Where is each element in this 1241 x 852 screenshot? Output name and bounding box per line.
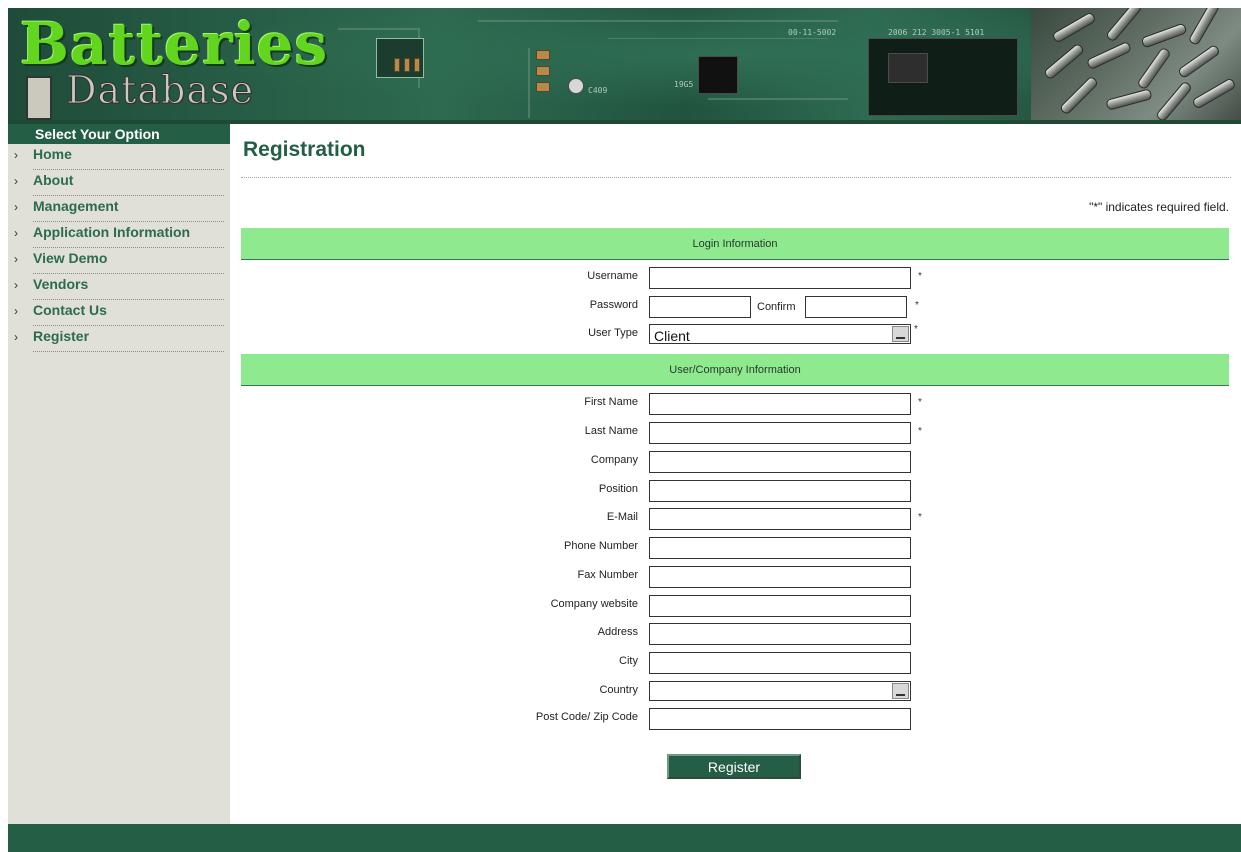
page-left-edge — [0, 0, 8, 852]
sidebar-item-label[interactable]: About — [33, 172, 73, 188]
required-marker: * — [918, 426, 922, 437]
company-row: Company — [230, 451, 1241, 475]
password-label: Password — [589, 299, 638, 311]
chevron-right-icon: › — [14, 148, 18, 162]
fax-label: Fax Number — [577, 569, 638, 581]
user-type-value: Client — [654, 328, 690, 344]
sidebar-item-register[interactable]: › Register — [8, 326, 230, 352]
first-name-row: First Name * — [230, 393, 1241, 417]
required-marker: * — [914, 324, 918, 335]
sidebar-item-label[interactable]: Register — [33, 328, 89, 344]
required-field-note: "*" indicates required field. — [1089, 200, 1229, 214]
sidebar-item-label[interactable]: Contact Us — [33, 302, 107, 318]
user-type-label: User Type — [588, 327, 638, 339]
dropdown-arrow-icon[interactable] — [892, 326, 909, 342]
sidebar-item-management[interactable]: › Management — [8, 196, 230, 222]
sidebar-title: Select Your Option — [8, 124, 230, 144]
fax-input[interactable] — [649, 566, 911, 588]
chevron-right-icon: › — [14, 226, 18, 240]
dropdown-arrow-icon[interactable] — [892, 683, 909, 699]
sidebar-item-home[interactable]: › Home — [8, 144, 230, 170]
city-input[interactable] — [649, 652, 911, 674]
phone-label: Phone Number — [564, 540, 638, 552]
sidebar-item-label[interactable]: View Demo — [33, 250, 107, 266]
chevron-right-icon: › — [14, 278, 18, 292]
last-name-input[interactable] — [649, 422, 911, 444]
company-section-header: User/Company Information — [241, 354, 1229, 386]
required-marker: * — [918, 271, 922, 282]
phone-row: Phone Number — [230, 537, 1241, 561]
username-label: Username — [587, 270, 638, 282]
chevron-right-icon: › — [14, 252, 18, 266]
chevron-right-icon: › — [14, 304, 18, 318]
main-content: Registration "*" indicates required fiel… — [230, 124, 1241, 824]
username-row: Username * — [230, 267, 1241, 291]
title-divider — [241, 177, 1231, 178]
confirm-password-input[interactable] — [805, 296, 907, 318]
company-label: Company — [590, 454, 638, 466]
footer-bar — [8, 824, 1241, 852]
sidebar-item-label[interactable]: Management — [33, 198, 119, 214]
email-row: E-Mail * — [230, 508, 1241, 532]
confirm-label: Confirm — [757, 301, 796, 313]
country-select[interactable] — [649, 681, 911, 701]
position-input[interactable] — [649, 480, 911, 502]
position-row: Position — [230, 480, 1241, 504]
page: 00-11-5002 2006 212 3005-1 5101 19G5 C40… — [0, 0, 1241, 852]
position-label: Position — [598, 483, 638, 495]
sidebar-item-contact-us[interactable]: › Contact Us — [8, 300, 230, 326]
sidebar-item-label[interactable]: Application Information — [33, 224, 190, 240]
last-name-row: Last Name * — [230, 422, 1241, 446]
first-name-input[interactable] — [649, 393, 911, 415]
logo-battery-bar — [26, 76, 52, 120]
city-label: City — [619, 655, 638, 667]
user-type-select[interactable]: Client — [649, 324, 911, 344]
password-row: Password Confirm * — [230, 296, 1241, 320]
sidebar-item-label[interactable]: Home — [33, 146, 72, 162]
fax-row: Fax Number — [230, 566, 1241, 590]
country-row: Country — [230, 681, 1241, 705]
register-button[interactable]: Register — [667, 754, 801, 779]
username-input[interactable] — [649, 267, 911, 289]
email-input[interactable] — [649, 508, 911, 530]
first-name-label: First Name — [584, 396, 638, 408]
sidebar: Select Your Option › Home › About › Mana… — [8, 124, 230, 824]
sidebar-item-application-information[interactable]: › Application Information — [8, 222, 230, 248]
sidebar-item-label[interactable]: Vendors — [33, 276, 88, 292]
address-input[interactable] — [649, 623, 911, 645]
email-label: E-Mail — [606, 511, 638, 523]
phone-input[interactable] — [649, 537, 911, 559]
batteries-image — [1031, 8, 1241, 123]
chevron-right-icon: › — [14, 200, 18, 214]
address-label: Address — [597, 626, 638, 638]
last-name-label: Last Name — [584, 425, 638, 437]
sidebar-item-view-demo[interactable]: › View Demo — [8, 248, 230, 274]
chevron-right-icon: › — [14, 174, 18, 188]
logo-title: Batteries — [20, 10, 329, 78]
logo-subtitle: Database — [65, 68, 255, 112]
login-section-header: Login Information — [241, 228, 1229, 260]
country-label: Country — [599, 684, 638, 696]
postcode-row: Post Code/ Zip Code — [230, 708, 1241, 732]
required-marker: * — [918, 512, 922, 523]
postcode-input[interactable] — [649, 708, 911, 730]
website-row: Company website — [230, 595, 1241, 619]
city-row: City — [230, 652, 1241, 676]
chevron-right-icon: › — [14, 330, 18, 344]
sidebar-item-about[interactable]: › About — [8, 170, 230, 196]
password-input[interactable] — [649, 296, 751, 318]
page-title: Registration — [243, 138, 366, 161]
address-row: Address — [230, 623, 1241, 647]
user-type-row: User Type Client * — [230, 324, 1241, 348]
website-input[interactable] — [649, 595, 911, 617]
company-input[interactable] — [649, 451, 911, 473]
required-marker: * — [915, 300, 919, 311]
postcode-label: Post Code/ Zip Code — [535, 711, 638, 723]
required-marker: * — [918, 397, 922, 408]
sidebar-item-vendors[interactable]: › Vendors — [8, 274, 230, 300]
header-banner: 00-11-5002 2006 212 3005-1 5101 19G5 C40… — [8, 8, 1241, 123]
website-label: Company website — [550, 598, 638, 610]
